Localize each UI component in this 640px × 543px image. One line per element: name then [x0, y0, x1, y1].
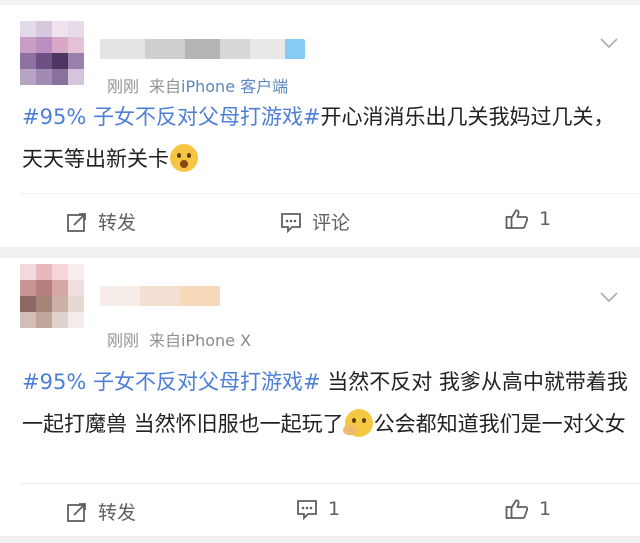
hashtag-link[interactable]: #95% 子女不反对父母打游戏#	[22, 105, 321, 129]
comment-icon	[297, 500, 317, 520]
repost-button[interactable]: 转发	[66, 208, 136, 235]
hashtag-link[interactable]: #95% 子女不反对父母打游戏#	[22, 370, 321, 394]
post-time: 刚刚	[107, 331, 140, 350]
repost-icon	[67, 502, 86, 522]
post-text: #95% 子女不反对父母打游戏# 当然不反对 我爹从高中就带着我一起打魔兽 当然…	[22, 361, 628, 445]
thinking-emoji	[342, 409, 373, 437]
username-blurred[interactable]	[100, 39, 305, 59]
divider	[20, 483, 640, 484]
thumbs-up-icon	[505, 499, 529, 519]
scream-emoji	[170, 144, 198, 172]
post-meta: 刚刚 来自iPhone 客户端	[107, 73, 288, 97]
post-body-end: 公会都知道我们是一对父女	[373, 412, 626, 436]
username-blurred[interactable]	[100, 286, 220, 306]
repost-label: 转发	[98, 212, 137, 234]
post-card: 刚刚 来自iPhone X #95% 子女不反对父母打游戏# 当然不反对 我爹从高…	[0, 258, 640, 536]
thumbs-up-icon	[505, 209, 529, 229]
source-prefix: 来自	[149, 331, 182, 350]
post-card: 刚刚 来自iPhone 客户端 #95% 子女不反对父母打游戏#开心消消乐出几关我…	[0, 5, 640, 247]
comment-label: 评论	[312, 212, 351, 234]
source-prefix: 来自	[149, 77, 182, 96]
comment-button[interactable]: 1	[296, 498, 340, 520]
comment-button[interactable]: 评论	[280, 208, 350, 235]
post-time: 刚刚	[107, 77, 140, 96]
chevron-down-icon[interactable]	[600, 292, 618, 302]
post-text: #95% 子女不反对父母打游戏#开心消消乐出几关我妈过几关，天天等出新关卡	[22, 96, 628, 180]
repost-button[interactable]: 转发	[66, 498, 136, 525]
like-count: 1	[539, 208, 552, 230]
source-device[interactable]: iPhone 客户端	[181, 77, 288, 96]
avatar[interactable]	[20, 264, 84, 328]
avatar[interactable]	[20, 21, 84, 85]
comment-icon	[281, 212, 301, 233]
divider	[20, 193, 640, 194]
chevron-down-icon[interactable]	[600, 38, 618, 48]
comment-count: 1	[328, 498, 341, 520]
like-button[interactable]: 1	[505, 498, 551, 520]
source-device[interactable]: iPhone X	[181, 331, 251, 350]
repost-icon	[67, 212, 86, 232]
like-count: 1	[539, 498, 552, 520]
repost-label: 转发	[98, 502, 137, 524]
like-button[interactable]: 1	[505, 208, 551, 230]
post-meta: 刚刚 来自iPhone X	[107, 327, 251, 351]
